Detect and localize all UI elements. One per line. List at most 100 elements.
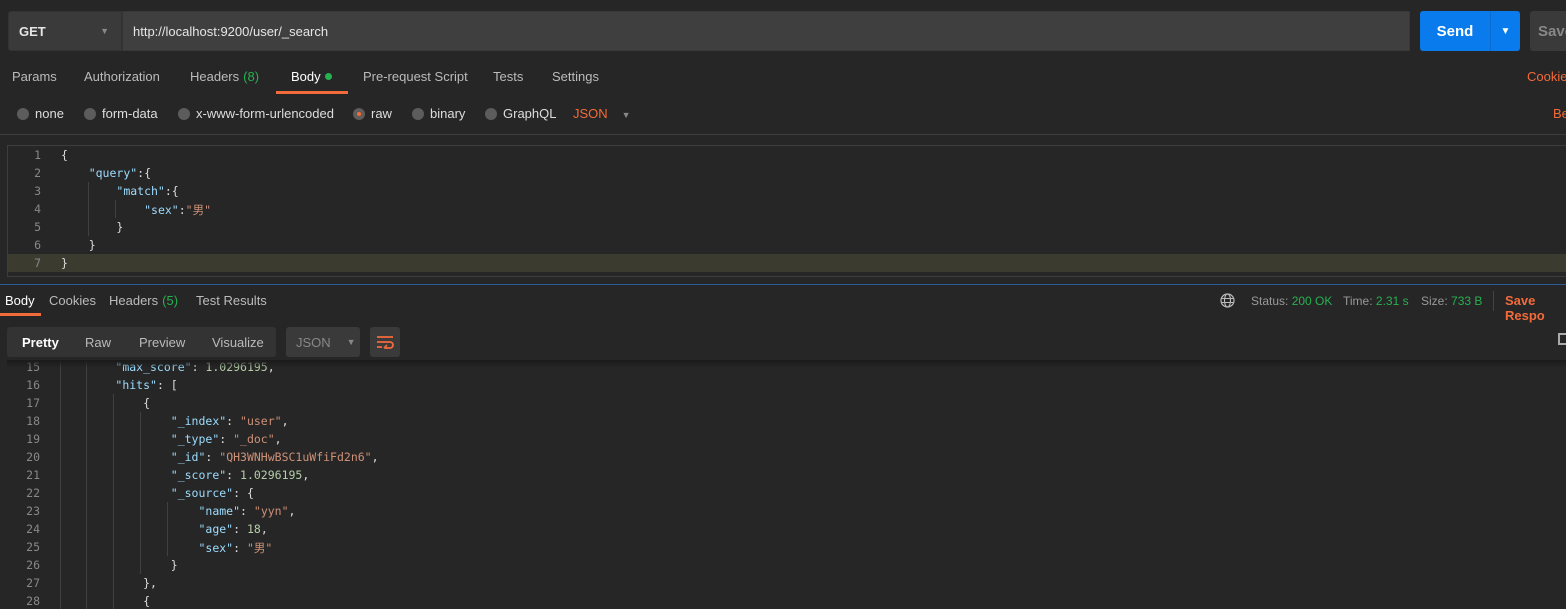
response-tab-headers[interactable]: Headers (5) — [109, 293, 178, 308]
radio-binary[interactable]: binary — [412, 106, 465, 121]
line-number: 20 — [26, 450, 40, 464]
chevron-down-icon: ▼ — [346, 337, 356, 347]
url-input[interactable]: http://localhost:9200/user/_search — [122, 11, 1410, 51]
code-line: { — [60, 396, 150, 410]
radio-button[interactable] — [17, 107, 29, 120]
beautify-link[interactable]: Be — [1553, 106, 1566, 121]
radio-form-data[interactable]: form-data — [84, 106, 158, 121]
code-line: } — [61, 256, 68, 270]
radio-GraphQL[interactable]: GraphQL — [485, 106, 556, 121]
radio-button[interactable] — [485, 107, 497, 120]
line-number: 23 — [26, 504, 40, 518]
code-token: { — [61, 148, 68, 162]
tab-params[interactable]: Params — [12, 69, 57, 84]
tab-label: Authorization — [84, 69, 160, 84]
tab-authorization[interactable]: Authorization — [84, 69, 160, 84]
tab-pre-request-script[interactable]: Pre-request Script — [363, 69, 468, 84]
view-mode-visualize[interactable]: Visualize — [212, 335, 264, 350]
radio-button[interactable] — [353, 107, 365, 120]
radio-button[interactable] — [412, 107, 424, 120]
code-token: , — [302, 468, 310, 482]
code-line: "hits": [ — [60, 378, 178, 392]
response-tab-cookies[interactable]: Cookies — [49, 293, 96, 308]
tab-body[interactable]: Body — [291, 69, 332, 84]
tab-headers[interactable]: Headers (8) — [190, 69, 259, 84]
code-token: : [ — [156, 378, 178, 392]
code-token: "name" — [198, 504, 241, 518]
response-tab-body[interactable]: Body — [5, 293, 35, 308]
radio-button[interactable] — [84, 107, 96, 120]
code-line: "name": "yyn", — [60, 504, 295, 518]
code-token: 1.0296195 — [240, 468, 303, 482]
code-token: : — [205, 450, 220, 464]
code-token: : — [226, 468, 241, 482]
size-readout: Size: 733 B — [1421, 294, 1482, 308]
tab-label: Body — [291, 69, 321, 84]
time-value: 2.31 s — [1375, 294, 1409, 308]
radio-none[interactable]: none — [17, 106, 64, 121]
send-options-button[interactable]: ▼ — [1490, 11, 1520, 51]
code-token: : — [178, 203, 186, 217]
raw-format-select[interactable]: JSON ▼ — [573, 106, 631, 121]
view-mode-raw[interactable]: Raw — [85, 335, 111, 350]
view-mode-pretty[interactable]: Pretty — [22, 335, 59, 350]
save-response-button[interactable]: Save Respo — [1505, 293, 1566, 323]
line-number: 4 — [34, 202, 41, 216]
radio-raw[interactable]: raw — [353, 106, 392, 121]
code-line: "query":{ — [61, 166, 151, 180]
line-number: 3 — [34, 184, 41, 198]
code-token: "_source" — [170, 486, 234, 500]
response-body-viewer[interactable]: 15 "max_score": 1.0296195,16 "hits": [17… — [0, 360, 1566, 609]
radio-x-www-form-urlencoded[interactable]: x-www-form-urlencoded — [178, 106, 334, 121]
globe-icon[interactable] — [1220, 293, 1235, 308]
tab-count: (8) — [243, 69, 260, 84]
save-button[interactable]: Save — [1530, 11, 1566, 51]
code-token: "age" — [198, 522, 234, 536]
code-token: : — [233, 522, 247, 536]
view-mode-preview[interactable]: Preview — [139, 335, 185, 350]
code-token: , — [260, 522, 268, 536]
method-select[interactable]: GET ▼ — [8, 11, 122, 51]
modified-dot — [324, 73, 332, 80]
code-line: { — [61, 148, 68, 162]
response-tab-test-results[interactable]: Test Results — [196, 293, 267, 308]
time-label: Time: — [1343, 294, 1373, 308]
pane-divider[interactable] — [0, 284, 1566, 285]
line-number: 2 — [34, 166, 41, 180]
tab-count: (5) — [162, 293, 179, 308]
wrap-lines-button[interactable] — [370, 327, 400, 357]
scroll-shadow — [7, 360, 1566, 368]
send-button[interactable]: Send — [1420, 11, 1490, 51]
code-token: "sex" — [198, 541, 234, 555]
request-body-editor[interactable]: 1{2 "query":{3 "match":{4 "sex":"男" 5 } 6 … — [7, 145, 1566, 277]
code-line: "_type": "_doc", — [60, 432, 282, 446]
code-token: "user" — [240, 414, 282, 428]
code-token: :{ — [137, 166, 152, 180]
radio-button[interactable] — [178, 107, 190, 120]
radio-label: x-www-form-urlencoded — [196, 106, 334, 121]
copy-icon[interactable] — [1558, 333, 1566, 345]
tab-tests[interactable]: Tests — [493, 69, 523, 84]
tab-settings[interactable]: Settings — [552, 69, 599, 84]
radio-label: raw — [371, 106, 392, 121]
line-number: 24 — [26, 522, 40, 536]
code-line: "_index": "user", — [60, 414, 289, 428]
time-readout: Time: 2.31 s — [1343, 294, 1409, 308]
tab-label: Headers — [109, 293, 159, 308]
line-number: 5 — [34, 220, 41, 234]
line-number: 26 — [26, 558, 40, 572]
code-token: , — [274, 432, 282, 446]
cookies-link[interactable]: Cookie — [1527, 69, 1566, 84]
line-number: 1 — [34, 148, 41, 162]
tab-label: Test Results — [196, 293, 267, 308]
tab-label: Settings — [552, 69, 599, 84]
response-format-select[interactable]: JSON ▼ — [286, 327, 360, 357]
radio-label: binary — [430, 106, 466, 121]
code-token: "_id" — [170, 450, 206, 464]
status-label: Status: — [1251, 294, 1289, 308]
